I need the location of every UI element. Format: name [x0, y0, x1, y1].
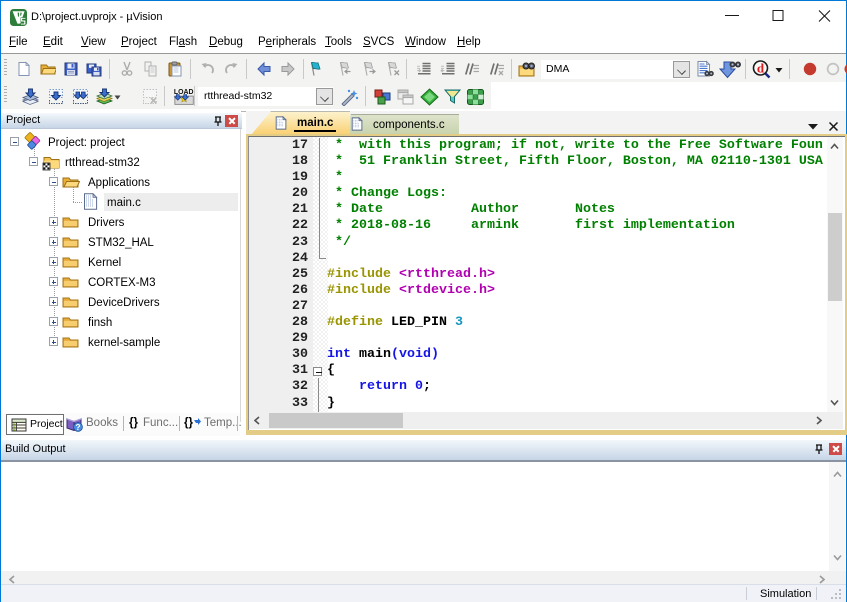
svg-text:?: ? [75, 423, 80, 432]
svg-text:d: d [757, 61, 765, 76]
